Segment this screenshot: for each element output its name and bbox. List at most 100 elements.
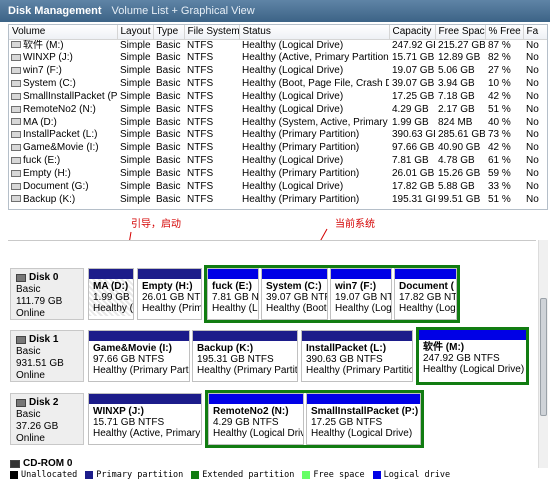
partition-status: Healthy (Active, Primary P xyxy=(93,428,202,439)
legend-item: Extended partition xyxy=(191,470,294,480)
disk-name: Disk 2 xyxy=(29,397,59,408)
scroll-thumb[interactable] xyxy=(540,298,547,416)
partition-name: RemoteNo2 (N:) xyxy=(213,406,289,417)
partition-bar xyxy=(302,331,412,341)
partition-status: Healthy (Logical Drive) xyxy=(423,364,525,375)
cdrom-icon xyxy=(10,459,20,468)
partition-system-c[interactable]: System (C:)39.07 GB NTFSHealthy (Boot, xyxy=(261,268,328,320)
partition-size: 26.01 GB NTFS xyxy=(142,292,201,303)
legend-swatch xyxy=(10,470,18,479)
partition-status: Healthy (Prim xyxy=(142,303,202,314)
disk-name: Disk 1 xyxy=(29,334,59,345)
partition-document-g[interactable]: Document (17.82 GB NT Healthy (Log xyxy=(394,268,457,320)
partition-name: win7 (F:) xyxy=(335,281,377,292)
partition-status: Healthy (Lo xyxy=(212,303,259,314)
partition-status: Healthy (Boot, xyxy=(266,303,328,314)
partition-name: Backup (K:) xyxy=(197,343,254,354)
partition-remoteno2-n[interactable]: RemoteNo2 (N:) 4.29 GB NTFS Healthy (Logic… xyxy=(208,393,304,445)
partition-bar xyxy=(89,394,201,404)
disk-state: Online xyxy=(16,370,45,381)
partition-size: 195.31 GB NTFS xyxy=(197,354,274,365)
partition-name: 软件 (M:) xyxy=(423,342,465,353)
cdrom-name: CD-ROM 0 xyxy=(23,458,73,469)
partition-name: Empty (H:) xyxy=(142,281,193,292)
disk-size: 111.79 GB xyxy=(16,296,63,307)
disk-0-label[interactable]: Disk 0 Basic 111.79 GB Online xyxy=(10,268,84,320)
hard-disk-icon xyxy=(16,274,26,282)
partition-status: Healthy (Primary Partiti xyxy=(93,365,190,376)
legend-item: Unallocated xyxy=(10,470,77,480)
partition-status: Healthy (Primary Partition) xyxy=(306,365,413,376)
legend-label: Free space xyxy=(313,469,365,480)
legend-item: Logical drive xyxy=(372,469,451,480)
partition-name: Document ( xyxy=(399,281,454,292)
disk-size: 931.51 GB xyxy=(16,358,64,369)
partition-name: fuck (E:) xyxy=(212,281,252,292)
partition-fuck-e[interactable]: fuck (E:)7.81 GB NTHealthy (Lo xyxy=(207,268,259,320)
partition-win7-f[interactable]: win7 (F:) 19.07 GB NT Healthy (Log xyxy=(330,268,392,320)
hard-disk-icon xyxy=(16,399,26,407)
partition-backup-k[interactable]: Backup (K:) 195.31 GB NTFS Healthy (Primar… xyxy=(192,330,298,382)
partition-name: WINXP (J:) xyxy=(93,406,144,417)
partition-name: System (C:) xyxy=(266,281,322,292)
partition-winxp-j[interactable]: WINXP (J:) 15.71 GB NTFS Healthy (Active, … xyxy=(88,393,202,445)
partition-bar xyxy=(89,269,133,279)
partition-bar xyxy=(262,269,327,279)
partition-bar xyxy=(89,331,189,341)
legend-swatch xyxy=(372,470,381,479)
legend-item: Primary partition xyxy=(85,470,183,480)
partition-status: Healthy (Log xyxy=(399,303,456,314)
legend-swatch xyxy=(302,470,311,479)
disk-type: Basic xyxy=(16,409,41,420)
partition-size: 15.71 GB NTFS xyxy=(93,417,165,428)
vertical-scrollbar[interactable] xyxy=(538,240,548,468)
partition-size: 1.99 GB N xyxy=(93,292,133,303)
disk-size: 37.26 GB xyxy=(16,421,59,432)
hard-disk-icon xyxy=(16,336,26,344)
partition-status: Healthy (Logical Drive) xyxy=(311,428,413,439)
partition-status: Healthy (Logical Drive xyxy=(213,428,304,439)
disk-state: Online xyxy=(16,308,45,319)
disk-2-label[interactable]: Disk 2 Basic 37.26 GB Online xyxy=(10,393,84,445)
cdrom-label[interactable]: CD-ROM 0 xyxy=(10,458,72,469)
partition-name: Game&Movie (I:) xyxy=(93,343,172,354)
partition-size: 17.82 GB NT xyxy=(399,292,457,303)
disk-type: Basic xyxy=(16,346,41,357)
legend-label: Unallocated xyxy=(21,469,78,480)
disk-state: Online xyxy=(16,433,45,444)
partition-gamemovie-i[interactable]: Game&Movie (I:) 97.66 GB NTFS Healthy (Pri… xyxy=(88,330,190,382)
partition-bar xyxy=(208,269,258,279)
partition-software-m[interactable]: 软件 (M:) 247.92 GB NTFS Healthy (Logical Dr… xyxy=(416,327,529,385)
partition-size: 4.29 GB NTFS xyxy=(213,417,279,428)
partition-status: Healthy (Primary Partition xyxy=(197,365,298,376)
partition-smallinstallpacket-p[interactable]: SmallInstallPacket (P:) 17.25 GB NTFS Heal… xyxy=(306,393,421,445)
disk-name: Disk 0 xyxy=(29,272,59,283)
partition-bar xyxy=(209,394,303,404)
partition-bar xyxy=(307,394,420,404)
legend-swatch xyxy=(85,470,94,479)
partition-size: 39.07 GB NTFS xyxy=(266,292,327,303)
partition-name: MA (D:) xyxy=(93,281,129,292)
partition-name: SmallInstallPacket (P:) xyxy=(311,406,419,417)
partition-installpacket-l[interactable]: InstallPacket (L:) 390.63 GB NTFS Healthy … xyxy=(301,330,413,382)
partition-empty-h[interactable]: Empty (H:)26.01 GB NTFSHealthy (Prim xyxy=(137,268,202,320)
partition-size: 247.92 GB NTFS xyxy=(423,353,500,364)
partition-status: Healthy (Log xyxy=(335,303,392,314)
partition-bar xyxy=(419,330,526,340)
partition-name: InstallPacket (L:) xyxy=(306,343,387,354)
legend-item: Free space xyxy=(302,469,365,480)
legend: Unallocated Primary partition Extended par… xyxy=(0,469,550,480)
partition-size: 390.63 GB NTFS xyxy=(306,354,383,365)
legend-swatch xyxy=(191,470,200,479)
partition-size: 7.81 GB NT xyxy=(212,292,259,303)
partition-bar xyxy=(395,269,456,279)
partition-ma-d[interactable]: MA (D:)1.99 GB NHealthy ( xyxy=(88,268,134,320)
partition-size: 97.66 GB NTFS xyxy=(93,354,165,365)
disk-1-label[interactable]: Disk 1 Basic 931.51 GB Online xyxy=(10,330,84,382)
partition-bar xyxy=(138,269,201,279)
legend-label: Logical drive xyxy=(383,469,451,480)
legend-label: Extended partition xyxy=(202,469,295,480)
disk-type: Basic xyxy=(16,284,41,295)
legend-label: Primary partition xyxy=(96,469,184,480)
partition-status: Healthy ( xyxy=(93,303,134,314)
